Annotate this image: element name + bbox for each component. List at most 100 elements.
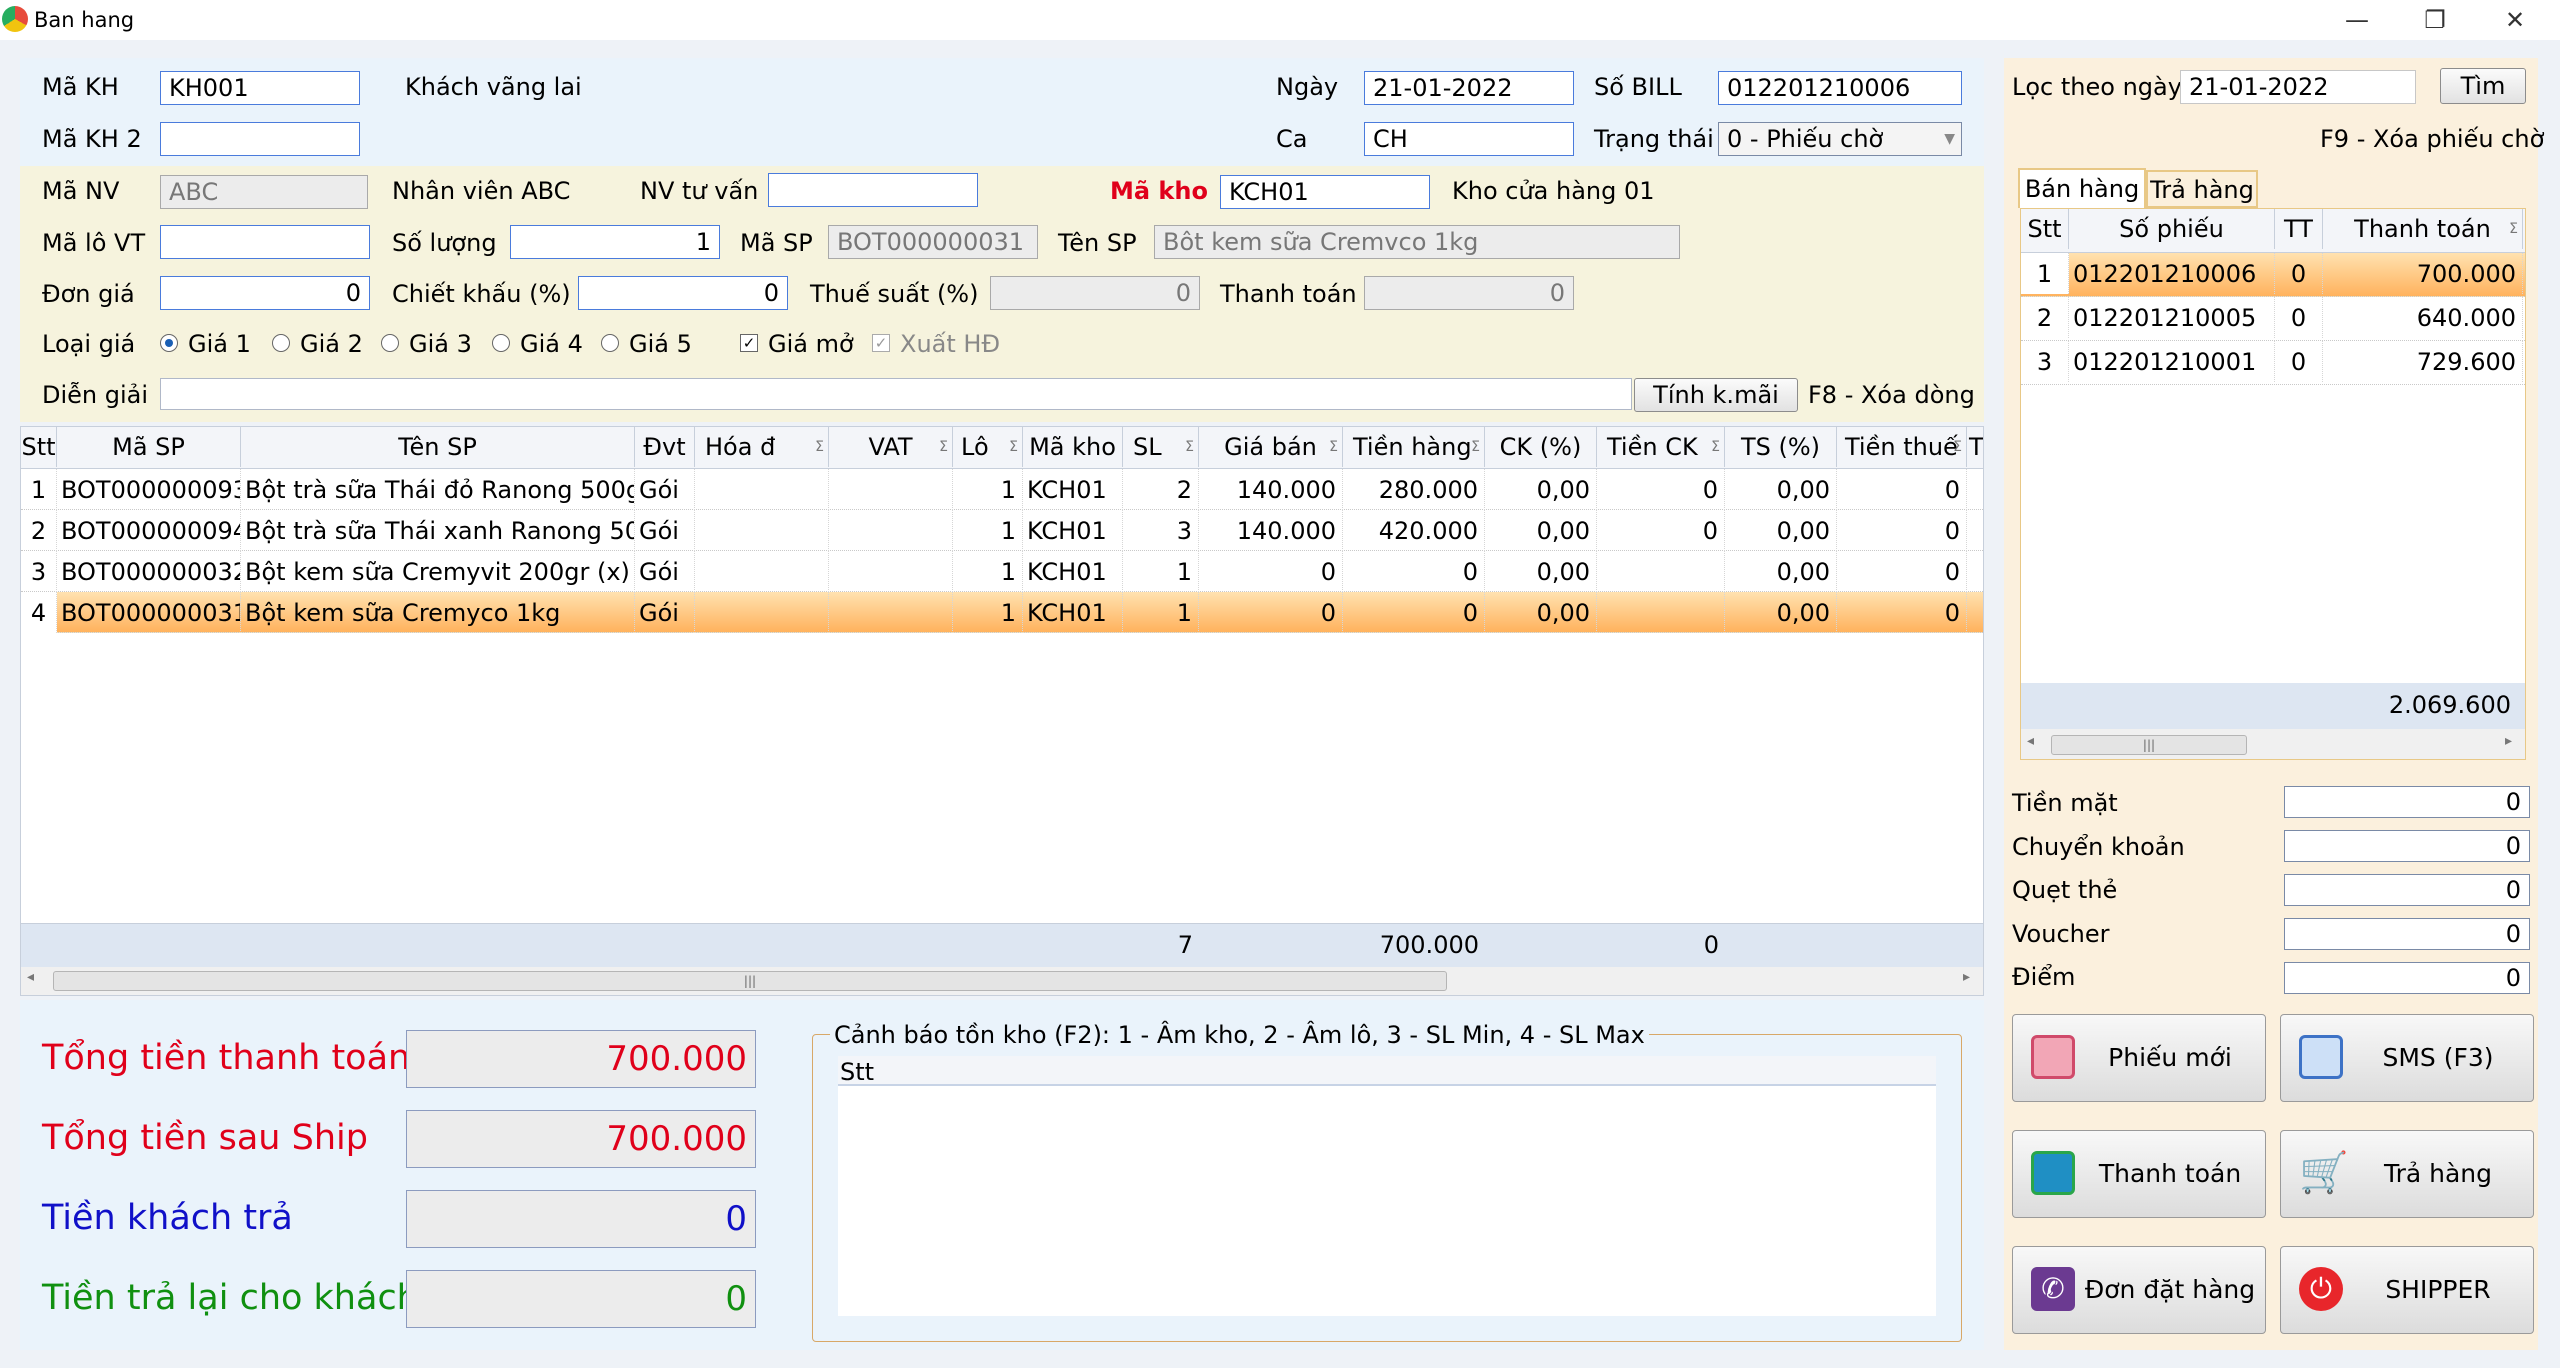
row-tien-hang: 0 [1343,592,1485,633]
col-ck[interactable]: CK (%) [1485,427,1597,467]
tra-hang-button[interactable]: 🛒 Trả hàng [2280,1130,2534,1218]
row-ma-kho: KCH01 [1023,510,1123,551]
row-sl: 1 [1123,592,1199,633]
khach-tra-label: Tiền khách trả [42,1198,293,1238]
table-row[interactable]: 3 BOT000000032 Bột kem sữa Cremyvit 200g… [21,551,1983,592]
scroll-right-icon[interactable]: ▸ [2505,733,2512,749]
col-ma-kho[interactable]: Mã kho [1023,427,1123,467]
scroll-thumb[interactable]: ||| [2051,735,2247,755]
col-hoa-don[interactable]: Hóa đ Σ [695,427,829,467]
ngay-input[interactable]: 21-01-2022 [1364,71,1574,105]
scroll-left-icon[interactable]: ◂ [2027,733,2034,749]
dien-giai-input[interactable] [160,378,1632,410]
radio-gia-1[interactable]: Giá 1 [160,329,260,359]
col-sl[interactable]: SL Σ [1123,427,1199,467]
bill-col-so-phieu[interactable]: Số phiếu [2069,209,2275,249]
payment-label-quet-the: Quẹt thẻ [2012,876,2118,904]
bill-hscrollbar[interactable]: ◂ ||| ▸ [2021,729,2525,759]
scroll-right-icon[interactable]: ▸ [1963,969,1970,985]
col-dvt[interactable]: Đvt [635,427,695,467]
ten-sp-input[interactable]: Bôt kem sữa Cremvco 1kg [1154,225,1680,259]
tinh-kmai-button[interactable]: Tính k.mãi [1634,378,1798,412]
restore-button[interactable]: ❐ [2408,4,2462,36]
ma-sp-input[interactable]: BOT000000031 [828,225,1038,259]
table-row-selected[interactable]: 4 BOT000000031 Bột kem sữa Cremyco 1kg G… [21,592,1983,633]
ma-nv-input[interactable]: ABC [160,175,368,209]
col-gia-ban[interactable]: Giá bán Σ [1199,427,1343,467]
tab-tra-hang[interactable]: Trả hàng [2146,170,2258,208]
kho-name: Kho cửa hàng 01 [1452,177,1655,205]
row-ma-kho: KCH01 [1023,551,1123,592]
shipper-button[interactable]: ⏻ SHIPPER [2280,1246,2534,1334]
phieu-moi-button[interactable]: Phiếu mới (F4) [2012,1014,2266,1158]
tim-button[interactable]: Tìm [2440,68,2526,104]
trang-thai-select[interactable]: 0 - Phiếu chờ ▼ [1718,122,1962,156]
so-bill-input[interactable]: 012201210006 [1718,71,1962,105]
col-ts[interactable]: TS (%) [1725,427,1837,467]
col-vat[interactable]: VAT Σ [829,427,953,467]
payment-input-quet-the[interactable]: 0 [2284,874,2530,906]
col-stt[interactable]: Stt [21,427,57,467]
don-dat-hang-button[interactable]: ✆ Đơn đặt hàng [2012,1246,2266,1334]
col-sl-label: SL [1133,433,1162,461]
row-stt: 3 [21,551,57,592]
col-tien-ck[interactable]: Tiền CK Σ [1597,427,1725,467]
radio-gia-3[interactable]: Giá 3 [381,329,481,359]
table-row[interactable]: 1 BOT000000093 Bột trà sữa Thái đỏ Ranon… [21,469,1983,510]
payment-input-voucher[interactable]: 0 [2284,918,2530,950]
sum-icon: Σ [1185,439,1194,455]
col-th[interactable]: Th [1967,427,1983,467]
grid-hscrollbar[interactable]: ◂ ||| ▸ [21,967,1983,995]
shipper-label: SHIPPER [2385,1275,2491,1304]
chiet-khau-label: Chiết khấu (%) [392,280,571,308]
row-lo: 1 [953,592,1023,633]
minimize-button[interactable]: — [2330,4,2384,36]
sms-button[interactable]: SMS (F3) [2280,1014,2534,1102]
payment-input-tien-mat[interactable]: 0 [2284,786,2530,818]
payment-input-chuyen-khoan[interactable]: 0 [2284,830,2530,862]
bill-row[interactable]: 2 012201210005 0 640.000 [2021,297,2525,341]
bill-col-stt[interactable]: Stt [2021,209,2069,249]
loc-date-input[interactable]: 21-01-2022 [2180,70,2416,104]
gia-mo-label: Giá mở [768,330,854,358]
bill-row-thanh-toan: 640.000 [2323,297,2523,338]
footer-sl: 7 [1177,931,1193,959]
thanh-toan-input[interactable]: 0 [1364,276,1574,310]
radio-gia-2[interactable]: Giá 2 [272,329,372,359]
bill-col-tt[interactable]: TT [2275,209,2323,249]
thanh-toan-button[interactable]: Thanh toán (F6) [2012,1130,2266,1274]
scroll-thumb[interactable]: ||| [53,971,1447,991]
xuat-hd-checkbox[interactable]: ✓ Xuất HĐ [872,329,1000,359]
thue-suat-input[interactable]: 0 [990,276,1200,310]
ma-kh-input[interactable]: KH001 [160,71,360,105]
ma-lo-input[interactable] [160,225,370,259]
close-button[interactable]: ✕ [2488,4,2542,36]
scroll-left-icon[interactable]: ◂ [27,969,34,985]
bill-row[interactable]: 3 012201210001 0 729.600 [2021,341,2525,385]
nv-tu-van-input[interactable] [768,173,978,207]
radio-gia-5[interactable]: Giá 5 [601,329,701,359]
col-tien-thue[interactable]: Tiền thuế Σ [1837,427,1967,467]
bill-grid: Stt Số phiếu TT Thanh toán Σ 1 0122012100… [2020,208,2526,760]
table-row[interactable]: 2 BOT000000094 Bột trà sữa Thái xanh Ran… [21,510,1983,551]
gia-mo-checkbox[interactable]: ✓ Giá mở [740,329,854,359]
ca-input[interactable]: CH [1364,122,1574,156]
chiet-khau-input[interactable]: 0 [578,276,788,310]
bill-row-so-phieu: 012201210006 [2069,253,2275,294]
don-gia-input[interactable]: 0 [160,276,370,310]
ma-kho-input[interactable]: KCH01 [1220,175,1430,209]
so-luong-input[interactable]: 1 [510,225,720,259]
radio-gia-4[interactable]: Giá 4 [492,329,592,359]
col-ma-sp[interactable]: Mã SP [57,427,241,467]
bill-col-thanh-toan[interactable]: Thanh toán Σ [2323,209,2523,249]
payment-input-diem[interactable]: 0 [2284,962,2530,994]
col-lo[interactable]: Lô Σ [953,427,1023,467]
tra-lai-value: 0 [406,1270,756,1328]
bill-row-selected[interactable]: 1 012201210006 0 700.000 [2021,253,2525,297]
ma-kh2-input[interactable] [160,122,360,156]
col-ten-sp[interactable]: Tên SP [241,427,635,467]
ma-lo-label: Mã lô VT [42,229,146,257]
col-tien-hang-label: Tiền hàng [1353,433,1472,461]
col-tien-hang[interactable]: Tiền hàng Σ [1343,427,1485,467]
tab-ban-hang[interactable]: Bán hàng [2018,168,2146,208]
